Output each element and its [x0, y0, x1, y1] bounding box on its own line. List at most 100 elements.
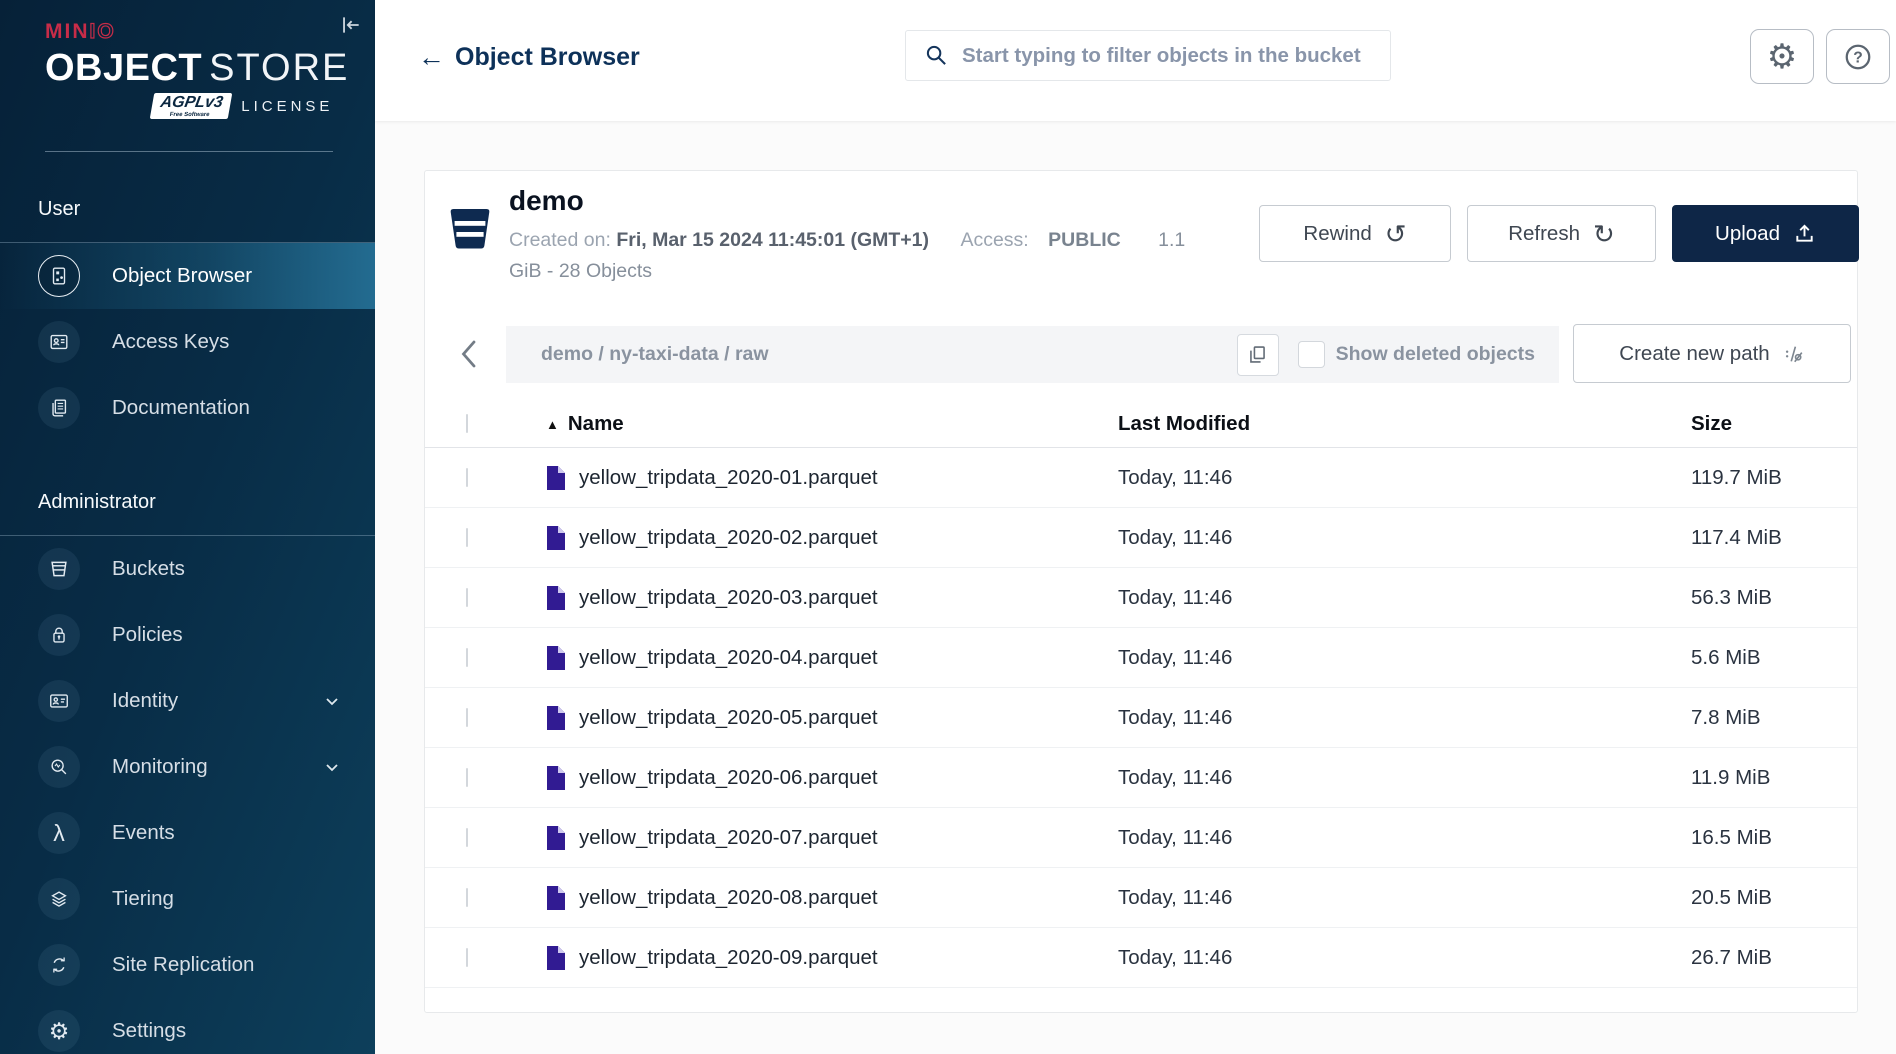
- create-path-icon: [1783, 343, 1805, 365]
- show-deleted-label[interactable]: Show deleted objects: [1336, 343, 1535, 366]
- settings-button[interactable]: ⚙: [1750, 29, 1814, 84]
- sidebar-item-tiering[interactable]: Tiering: [0, 866, 375, 932]
- object-name: yellow_tripdata_2020-04.parquet: [579, 646, 878, 670]
- row-checkbox[interactable]: [466, 888, 468, 907]
- table-row[interactable]: yellow_tripdata_2020-02.parquet Today, 1…: [425, 508, 1857, 568]
- object-name: yellow_tripdata_2020-05.parquet: [579, 706, 878, 730]
- object-size: 16.5 MiB: [1691, 826, 1857, 850]
- sort-ascending-icon: ▲: [546, 417, 559, 432]
- object-modified: Today, 11:46: [1118, 526, 1691, 550]
- sidebar-item-monitoring[interactable]: Monitoring: [0, 734, 375, 800]
- refresh-icon: ↻: [1593, 221, 1615, 247]
- sidebar-item-policies[interactable]: Policies: [0, 602, 375, 668]
- chevron-down-icon[interactable]: [325, 763, 339, 772]
- chevron-down-icon[interactable]: [325, 697, 339, 706]
- table-row[interactable]: yellow_tripdata_2020-09.parquet Today, 1…: [425, 928, 1857, 988]
- object-size: 7.8 MiB: [1691, 706, 1857, 730]
- section-label-user: User: [0, 196, 375, 222]
- sidebar-item-label: Monitoring: [112, 755, 208, 779]
- file-icon: [546, 525, 566, 551]
- sidebar-item-site-replication[interactable]: Site Replication: [0, 932, 375, 998]
- policies-icon: [38, 614, 80, 656]
- row-checkbox[interactable]: [466, 588, 468, 607]
- bucket-name: demo: [509, 185, 584, 217]
- upload-button[interactable]: Upload: [1672, 205, 1859, 262]
- object-name: yellow_tripdata_2020-08.parquet: [579, 886, 878, 910]
- table-row[interactable]: yellow_tripdata_2020-04.parquet Today, 1…: [425, 628, 1857, 688]
- sidebar-item-settings[interactable]: ⚙ Settings: [0, 998, 375, 1054]
- refresh-button[interactable]: Refresh ↻: [1467, 205, 1656, 262]
- browser-bar: demo / ny-taxi-data / raw Show deleted o…: [425, 326, 1857, 383]
- object-modified: Today, 11:46: [1118, 706, 1691, 730]
- show-deleted-checkbox[interactable]: [1298, 341, 1325, 368]
- table-row[interactable]: yellow_tripdata_2020-07.parquet Today, 1…: [425, 808, 1857, 868]
- help-button[interactable]: ?: [1826, 29, 1890, 84]
- column-header-last-modified: Last Modified: [1118, 412, 1691, 436]
- help-icon: ?: [1843, 42, 1873, 72]
- row-checkbox[interactable]: [466, 828, 468, 847]
- row-checkbox[interactable]: [466, 708, 468, 727]
- sidebar-item-events[interactable]: λ Events: [0, 800, 375, 866]
- sidebar-item-label: Policies: [112, 623, 183, 647]
- row-checkbox[interactable]: [466, 528, 468, 547]
- row-checkbox[interactable]: [466, 648, 468, 667]
- access-keys-icon: [38, 321, 80, 363]
- create-new-path-button[interactable]: Create new path: [1573, 324, 1851, 383]
- file-icon: [546, 645, 566, 671]
- rewind-button[interactable]: Rewind ↺: [1259, 205, 1451, 262]
- monitoring-icon: [38, 746, 80, 788]
- created-label: Created on:: [509, 229, 611, 251]
- object-name: yellow_tripdata_2020-03.parquet: [579, 586, 878, 610]
- sidebar-item-access-keys[interactable]: Access Keys: [0, 309, 375, 375]
- file-icon: [546, 945, 566, 971]
- copy-path-button[interactable]: [1237, 334, 1279, 376]
- back-arrow-icon[interactable]: ←: [418, 44, 445, 71]
- license-label: LICENSE: [241, 98, 333, 115]
- rewind-icon: ↺: [1385, 221, 1407, 247]
- svg-text:?: ?: [1853, 49, 1863, 66]
- file-icon: [546, 585, 566, 611]
- table-row[interactable]: yellow_tripdata_2020-03.parquet Today, 1…: [425, 568, 1857, 628]
- navigate-back-icon[interactable]: [456, 337, 482, 376]
- table-row[interactable]: yellow_tripdata_2020-05.parquet Today, 1…: [425, 688, 1857, 748]
- sidebar-item-object-browser[interactable]: Object Browser: [0, 243, 375, 309]
- breadcrumb[interactable]: demo / ny-taxi-data / raw: [541, 343, 769, 366]
- object-store-wordmark: OBJECTSTORE: [45, 47, 349, 90]
- sidebar-item-label: Settings: [112, 1019, 186, 1043]
- bucket-meta: Created on: Fri, Mar 15 2024 11:45:01 (G…: [509, 225, 1269, 287]
- object-modified: Today, 11:46: [1118, 766, 1691, 790]
- top-header: ← Object Browser ⚙ ?: [375, 0, 1896, 121]
- object-name: yellow_tripdata_2020-07.parquet: [579, 826, 878, 850]
- events-icon: λ: [38, 812, 80, 854]
- row-checkbox[interactable]: [466, 768, 468, 787]
- settings-gear-icon: ⚙: [38, 1010, 80, 1052]
- table-row[interactable]: yellow_tripdata_2020-06.parquet Today, 1…: [425, 748, 1857, 808]
- minio-console: MINIO OBJECTSTORE AGPLv3 Free Software L…: [0, 0, 1896, 1054]
- object-modified: Today, 11:46: [1118, 826, 1691, 850]
- table-row[interactable]: yellow_tripdata_2020-01.parquet Today, 1…: [425, 448, 1857, 508]
- file-icon: [546, 825, 566, 851]
- sidebar-item-buckets[interactable]: Buckets: [0, 536, 375, 602]
- sidebar-item-label: Tiering: [112, 887, 174, 911]
- bucket-actions: Rewind ↺ Refresh ↻ Upload: [1259, 205, 1859, 262]
- agpl-badge: AGPLv3 Free Software: [150, 93, 233, 119]
- gear-icon: ⚙: [1767, 40, 1797, 74]
- column-header-size: Size: [1691, 412, 1857, 436]
- search-input[interactable]: [962, 44, 1390, 68]
- object-size: 119.7 MiB: [1691, 466, 1857, 490]
- table-header-row: ▲ Name Last Modified Size: [425, 401, 1857, 448]
- column-header-name[interactable]: ▲ Name: [546, 412, 1118, 436]
- copy-icon: [1247, 344, 1268, 365]
- object-modified: Today, 11:46: [1118, 466, 1691, 490]
- object-name: yellow_tripdata_2020-02.parquet: [579, 526, 878, 550]
- object-name: yellow_tripdata_2020-06.parquet: [579, 766, 878, 790]
- table-row[interactable]: yellow_tripdata_2020-08.parquet Today, 1…: [425, 868, 1857, 928]
- row-checkbox[interactable]: [466, 948, 468, 967]
- breadcrumb-bar: demo / ny-taxi-data / raw Show deleted o…: [506, 326, 1559, 383]
- object-modified: Today, 11:46: [1118, 646, 1691, 670]
- row-checkbox[interactable]: [466, 468, 468, 487]
- select-all-checkbox[interactable]: [466, 414, 468, 433]
- identity-icon: [38, 680, 80, 722]
- sidebar-item-identity[interactable]: Identity: [0, 668, 375, 734]
- sidebar-item-documentation[interactable]: Documentation: [0, 375, 375, 441]
